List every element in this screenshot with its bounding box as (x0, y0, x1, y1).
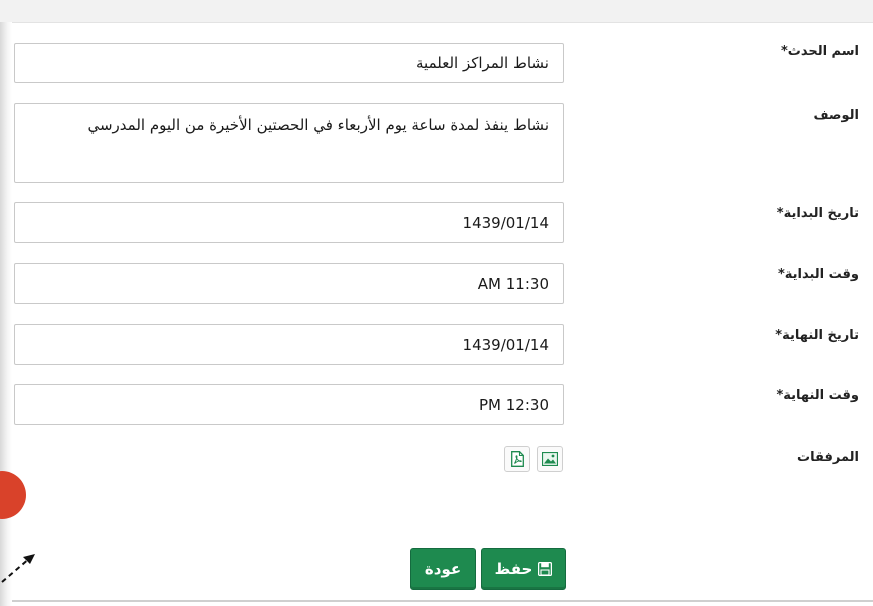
back-button-label: عودة (424, 560, 462, 578)
description-field[interactable]: نشاط ينفذ لمدة ساعة يوم الأربعاء في الحص… (14, 103, 564, 183)
attach-image-button[interactable] (537, 446, 563, 472)
event-name-field[interactable]: نشاط المراكز العلمية (14, 43, 564, 83)
end-time-field[interactable]: 12:30 PM (14, 384, 564, 425)
end-date-field[interactable]: 1439/01/14 (14, 324, 564, 365)
top-header-band (0, 0, 873, 23)
start-date-label: تاريخ البداية* (776, 206, 859, 221)
description-label: الوصف (813, 108, 859, 123)
floppy-disk-icon (538, 562, 553, 576)
form-bottom-border (12, 600, 873, 602)
attachments-label: المرفقات (797, 450, 859, 465)
back-button[interactable]: عودة (410, 548, 476, 590)
pdf-icon (510, 451, 524, 467)
end-date-label: تاريخ النهاية* (775, 328, 859, 343)
save-button-label: حفظ (494, 560, 533, 578)
start-time-label: وقت البداية* (777, 267, 859, 282)
attach-pdf-button[interactable] (504, 446, 530, 472)
save-button[interactable]: حفظ (481, 548, 566, 590)
annotation-arrow-icon (1, 554, 35, 583)
start-date-field[interactable]: 1439/01/14 (14, 202, 564, 243)
event-name-label: اسم الحدث* (780, 44, 859, 59)
start-time-field[interactable]: 11:30 AM (14, 263, 564, 304)
annotation-badge (0, 471, 26, 519)
end-time-label: وقت النهاية* (776, 388, 859, 403)
image-icon (542, 452, 558, 466)
